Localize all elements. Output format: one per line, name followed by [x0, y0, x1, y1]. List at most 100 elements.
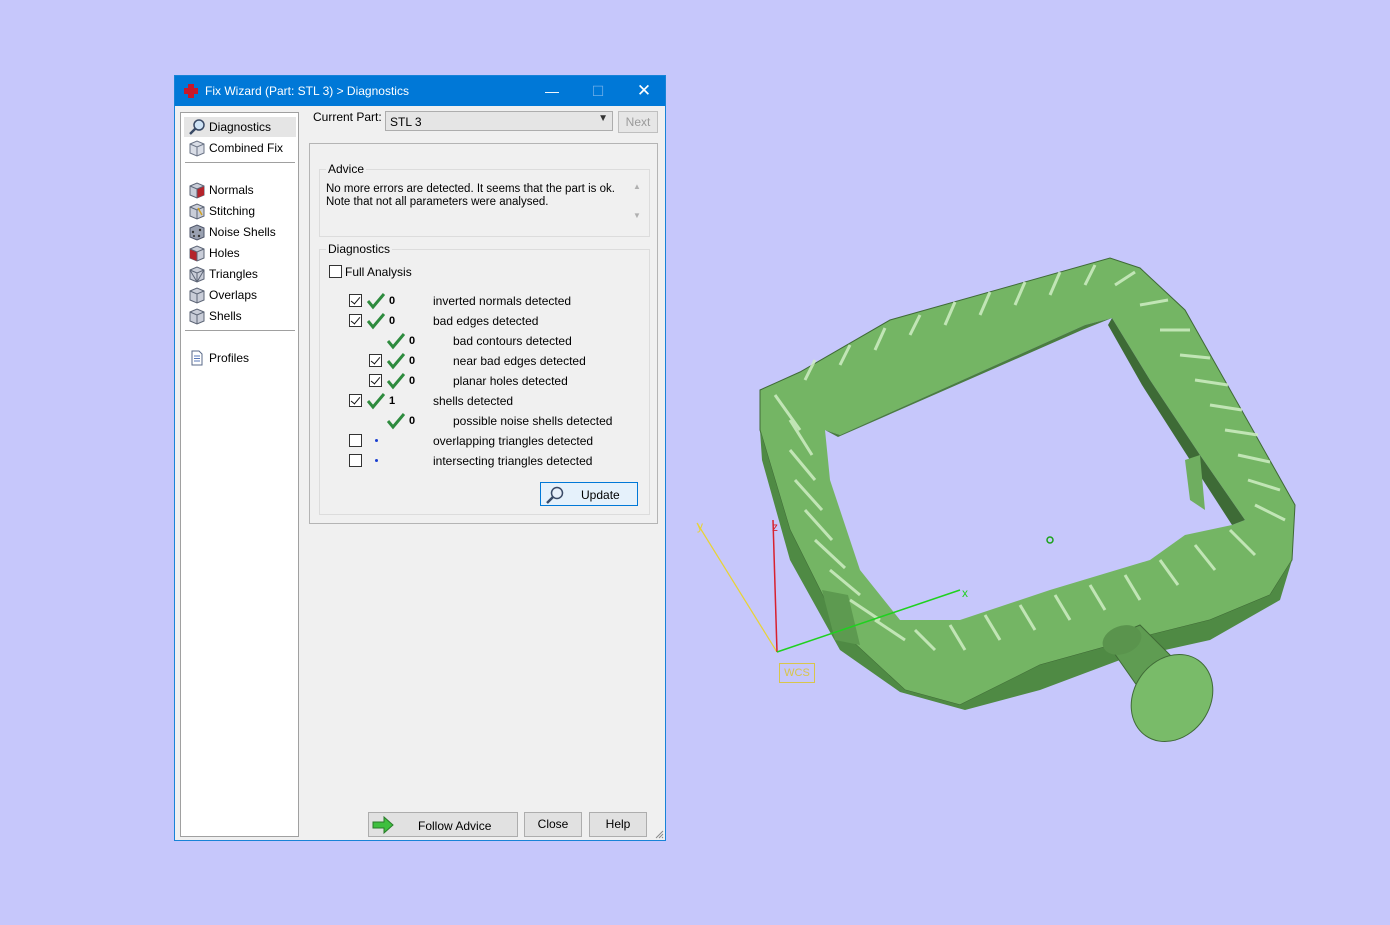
sidebar-item-overlaps[interactable]: Overlaps: [184, 285, 296, 305]
window-title: Fix Wizard (Part: STL 3) > Diagnostics: [205, 84, 409, 98]
diag-label: shells detected: [433, 394, 514, 408]
sidebar-item-stitching[interactable]: Stitching: [184, 201, 296, 221]
sidebar-item-combined-fix[interactable]: Combined Fix: [184, 138, 296, 158]
sidebar-item-label: Combined Fix: [209, 141, 284, 155]
diag-label: planar holes detected: [453, 374, 568, 388]
shells-cube-icon: [189, 308, 205, 325]
scroll-up-icon: ▲: [633, 182, 641, 191]
cube-icon: [189, 140, 205, 157]
diag-label: overlapping triangles detected: [433, 434, 594, 448]
close-button-label: Close: [537, 817, 569, 831]
magnifier-icon: [546, 486, 564, 504]
sidebar-item-normals[interactable]: Normals: [184, 180, 296, 200]
diag-count: 0: [409, 415, 416, 427]
sidebar-item-label: Diagnostics: [209, 120, 272, 134]
green-check-icon: [387, 373, 405, 390]
green-check-icon: [387, 333, 405, 350]
next-button[interactable]: Next: [618, 111, 658, 133]
help-button[interactable]: Help: [589, 812, 647, 837]
diag-checkbox[interactable]: [349, 314, 362, 327]
green-check-icon: [367, 313, 385, 330]
green-check-icon: [387, 413, 405, 430]
close-icon: ✕: [636, 81, 652, 100]
overlaps-cube-icon: [189, 287, 205, 304]
current-part-value: STL 3: [390, 115, 422, 129]
diag-checkbox[interactable]: [369, 354, 382, 367]
title-bar[interactable]: Fix Wizard (Part: STL 3) > Diagnostics —…: [175, 76, 665, 106]
advice-line: No more errors are detected. It seems th…: [326, 183, 615, 195]
diagnostics-panel: Advice No more errors are detected. It s…: [309, 143, 658, 524]
current-part-label: Current Part:: [313, 110, 382, 124]
model-viewport[interactable]: y z x: [680, 240, 1320, 760]
wcs-label: WCS: [779, 663, 815, 683]
app-cross-icon: [184, 84, 198, 98]
chevron-down-icon: ▼: [598, 113, 608, 124]
sidebar-item-label: Noise Shells: [209, 225, 276, 239]
sidebar-item-label: Stitching: [209, 204, 256, 218]
help-button-label: Help: [605, 817, 631, 831]
green-check-icon: [387, 353, 405, 370]
sidebar-item-diagnostics[interactable]: Diagnostics: [184, 117, 296, 137]
close-button[interactable]: Close: [524, 812, 582, 837]
next-button-label: Next: [625, 115, 651, 129]
green-check-icon: [367, 393, 385, 410]
advice-scrollbar[interactable]: ▲ ▼: [631, 182, 643, 230]
diag-label: intersecting triangles detected: [433, 454, 593, 468]
diag-count: 0: [389, 315, 396, 327]
diag-label: inverted normals detected: [433, 294, 572, 308]
diag-label: bad contours detected: [453, 334, 572, 348]
triangles-cube-icon: [189, 266, 205, 283]
holes-cube-icon: [189, 245, 205, 262]
diag-checkbox[interactable]: [369, 374, 382, 387]
advice-group-label: Advice: [326, 162, 367, 176]
diag-label: bad edges detected: [433, 314, 539, 328]
stl-model[interactable]: [759, 257, 1296, 757]
close-window-button[interactable]: ✕: [621, 76, 667, 106]
diag-checkbox[interactable]: [349, 394, 362, 407]
update-button[interactable]: Update: [540, 482, 638, 506]
resize-grip-icon[interactable]: [654, 829, 664, 839]
diag-checkbox[interactable]: [349, 454, 362, 467]
diag-label: possible noise shells detected: [453, 414, 613, 428]
sidebar-item-triangles[interactable]: Triangles: [184, 264, 296, 284]
diag-label: near bad edges detected: [453, 354, 586, 368]
magnifier-icon: [189, 119, 205, 135]
document-icon: [191, 350, 203, 366]
diag-count: 0: [409, 335, 416, 347]
diag-checkbox[interactable]: [349, 434, 362, 447]
axis-y-label: y: [697, 519, 703, 533]
diag-checkbox[interactable]: [349, 294, 362, 307]
fix-wizard-window: Fix Wizard (Part: STL 3) > Diagnostics —…: [174, 75, 666, 841]
sidebar-item-label: Holes: [209, 246, 240, 260]
not-analysed-dot-icon: [375, 459, 378, 462]
sidebar-item-label: Shells: [209, 309, 242, 323]
diagnostics-group-label: Diagnostics: [326, 242, 393, 256]
advice-line: Note that not all parameters were analys…: [326, 196, 549, 208]
diag-count: 0: [389, 295, 396, 307]
follow-advice-label: Follow Advice: [418, 819, 492, 833]
normals-cube-icon: [189, 182, 205, 199]
sidebar-item-profiles[interactable]: Profiles: [184, 348, 296, 368]
full-analysis-checkbox[interactable]: [329, 265, 342, 278]
sidebar-item-noise-shells[interactable]: Noise Shells: [184, 222, 296, 242]
not-analysed-dot-icon: [375, 439, 378, 442]
noise-shells-icon: [189, 224, 205, 241]
maximize-icon: ☐: [591, 83, 605, 99]
sidebar-item-holes[interactable]: Holes: [184, 243, 296, 263]
minimize-icon: —: [545, 83, 559, 99]
axis-x-label: x: [962, 586, 968, 600]
minimize-button[interactable]: —: [529, 76, 575, 106]
sidebar-item-label: Profiles: [209, 351, 250, 365]
advice-text: No more errors are detected. It seems th…: [326, 183, 616, 209]
diagnostics-group: Diagnostics Full Analysis 0 inverted nor…: [319, 242, 650, 515]
axis-z-label: z: [772, 520, 778, 534]
current-part-select[interactable]: STL 3 ▼: [385, 111, 613, 131]
maximize-button[interactable]: ☐: [575, 76, 621, 106]
advice-group: Advice No more errors are detected. It s…: [319, 162, 650, 237]
follow-advice-button[interactable]: Follow Advice: [368, 812, 518, 837]
scroll-down-icon: ▼: [633, 211, 641, 220]
update-button-label: Update: [581, 488, 620, 502]
sidebar-item-label: Triangles: [209, 267, 258, 281]
arrow-right-icon: [372, 816, 394, 834]
sidebar-item-shells[interactable]: Shells: [184, 306, 296, 326]
